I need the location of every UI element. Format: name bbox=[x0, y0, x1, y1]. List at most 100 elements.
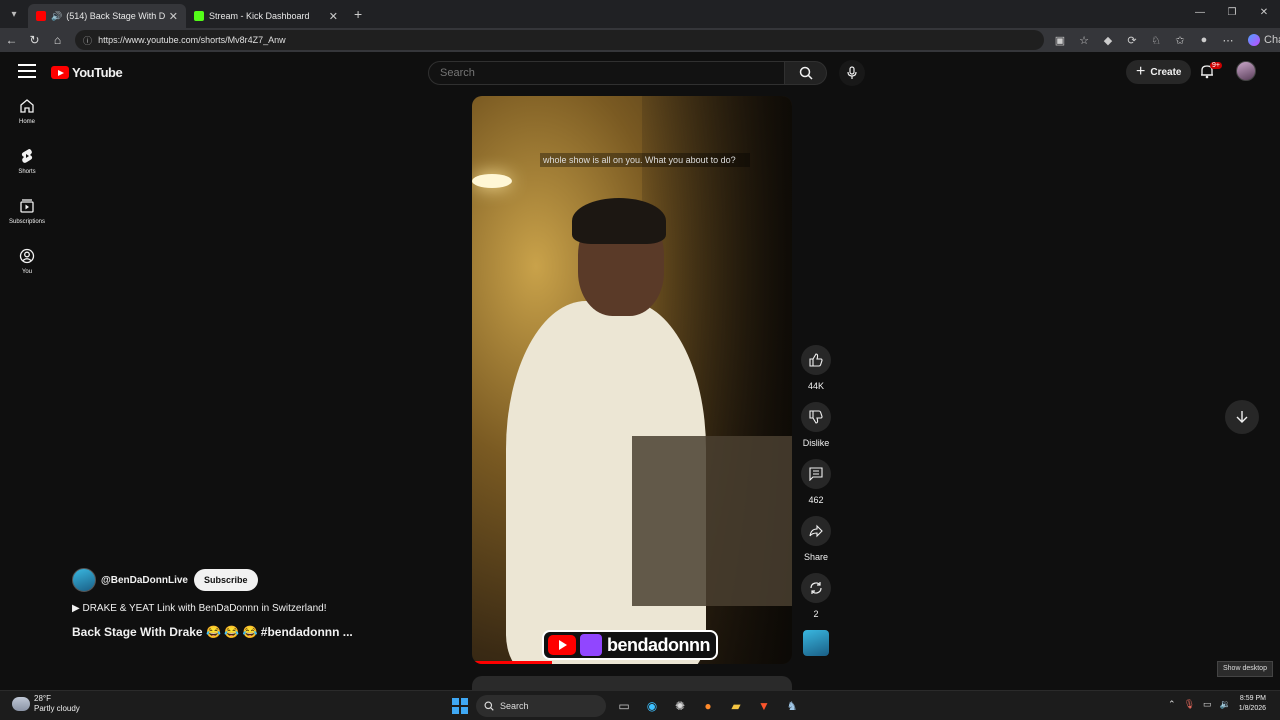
new-tab-plus-icon[interactable]: + bbox=[354, 6, 362, 22]
tab-actions-chevron-icon[interactable]: ▾ bbox=[4, 4, 24, 24]
channel-avatar[interactable] bbox=[72, 568, 96, 592]
close-tab-icon[interactable]: ✕ bbox=[329, 10, 338, 23]
taskbar-search-label: Search bbox=[500, 701, 529, 711]
close-tab-icon[interactable]: ✕ bbox=[169, 10, 178, 23]
show-hidden-icons-chevron-icon[interactable]: ⌃ bbox=[1168, 699, 1176, 710]
chatgpt-app-icon[interactable]: ✺ bbox=[670, 696, 690, 716]
next-short-preview[interactable] bbox=[472, 676, 792, 690]
video-progress-bar[interactable] bbox=[472, 661, 552, 664]
home-icon[interactable]: ⌂ bbox=[46, 33, 69, 47]
account-avatar[interactable] bbox=[1236, 61, 1256, 81]
sidebar-item-label: Home bbox=[18, 119, 35, 125]
dislike-label: Dislike bbox=[802, 438, 830, 448]
speaker-icon[interactable]: 🔊 bbox=[51, 11, 62, 22]
split-screen-icon[interactable]: ▣ bbox=[1052, 34, 1068, 47]
site-info-icon[interactable]: ⓘ bbox=[83, 34, 92, 47]
search-button[interactable] bbox=[785, 61, 827, 85]
channel-name[interactable]: @BenDaDonnLive bbox=[101, 575, 188, 586]
video-caption: whole show is all on you. What you about… bbox=[540, 153, 750, 167]
temperature: 28°F bbox=[34, 694, 51, 703]
copilot-chat-button[interactable]: Chat bbox=[1248, 34, 1280, 46]
favorites-icon[interactable]: ✩ bbox=[1172, 34, 1188, 47]
weather-widget[interactable]: 28°F Partly cloudy bbox=[12, 694, 80, 714]
comment-count: 462 bbox=[808, 495, 824, 505]
browser-tab-strip: ▾ 🔊 (514) Back Stage With Drake 😂 ✕ Stre… bbox=[0, 0, 1280, 28]
tab-youtube-short[interactable]: 🔊 (514) Back Stage With Drake 😂 ✕ bbox=[28, 4, 186, 28]
thumbs-up-icon bbox=[809, 353, 823, 367]
sidebar-item-subscriptions[interactable]: Subscriptions bbox=[0, 198, 54, 248]
windows-start-icon[interactable] bbox=[452, 698, 468, 714]
search-input[interactable] bbox=[428, 61, 785, 85]
favorite-star-icon[interactable]: ☆ bbox=[1076, 34, 1092, 47]
window-controls: — ❐ ✕ bbox=[1184, 0, 1280, 28]
back-arrow-icon[interactable]: ← bbox=[0, 33, 23, 47]
kick-favicon-icon bbox=[194, 11, 204, 21]
copilot-icon bbox=[1248, 34, 1260, 46]
subscribe-button[interactable]: Subscribe bbox=[193, 569, 258, 591]
more-menu-icon[interactable]: ⋯ bbox=[1220, 34, 1236, 47]
clock-time: 8:59 PM bbox=[1239, 695, 1266, 702]
like-button[interactable]: 44K bbox=[800, 345, 832, 391]
notification-count-badge: 9+ bbox=[1210, 62, 1222, 69]
minimize-icon[interactable]: — bbox=[1184, 0, 1216, 28]
remix-count: 2 bbox=[813, 609, 819, 619]
address-bar-row: ← ↻ ⌂ ⓘ https://www.youtube.com/shorts/M… bbox=[0, 28, 1280, 52]
youtube-wordmark: YouTube bbox=[72, 65, 123, 80]
edge-browser-icon[interactable]: ◉ bbox=[642, 696, 662, 716]
you-icon bbox=[19, 248, 35, 264]
hamburger-menu-icon[interactable] bbox=[18, 64, 36, 78]
next-short-button[interactable] bbox=[1225, 400, 1259, 434]
tab-title: (514) Back Stage With Drake 😂 bbox=[66, 10, 165, 21]
remix-icon bbox=[810, 582, 822, 594]
steam-icon[interactable]: ♞ bbox=[782, 696, 802, 716]
extension-diamond-icon[interactable]: ◆ bbox=[1100, 34, 1116, 47]
extensions-icon[interactable]: ⟳ bbox=[1124, 34, 1140, 47]
firefox-icon[interactable]: ● bbox=[698, 696, 718, 716]
shorts-action-bar: 44K Dislike 462 Share 2 bbox=[800, 345, 832, 656]
streamer-brand-overlay: bendadonnn bbox=[542, 630, 718, 660]
sidebar-item-label: You bbox=[21, 269, 33, 275]
sidebar-item-shorts[interactable]: Shorts bbox=[0, 148, 54, 198]
brave-browser-icon[interactable]: ▼ bbox=[754, 696, 774, 716]
voice-search-button[interactable] bbox=[839, 60, 865, 86]
file-explorer-icon[interactable]: ▰ bbox=[726, 696, 746, 716]
linked-video[interactable]: ▶ DRAKE & YEAT Link with BenDaDonnn in S… bbox=[72, 603, 392, 614]
share-button[interactable]: Share bbox=[800, 516, 832, 562]
create-label: Create bbox=[1150, 66, 1182, 78]
sidebar-item-label: Subscriptions bbox=[8, 219, 46, 225]
home-icon bbox=[20, 99, 34, 113]
sidebar-item-home[interactable]: Home bbox=[0, 98, 54, 148]
speaker-volume-icon[interactable]: 🔉 bbox=[1220, 699, 1231, 710]
youtube-logo[interactable]: YouTube bbox=[51, 65, 123, 80]
profile-icon[interactable]: ● bbox=[1196, 34, 1212, 46]
twitch-logo-icon bbox=[580, 634, 602, 656]
short-title[interactable]: Back Stage With Drake 😂 😂 😂 #bendadonnn … bbox=[72, 625, 392, 639]
tab-title: Stream - Kick Dashboard bbox=[209, 11, 310, 21]
streamer-name-overlay: bendadonnn bbox=[607, 634, 710, 655]
url-field[interactable]: ⓘ https://www.youtube.com/shorts/Mv8r4Z7… bbox=[75, 30, 1044, 50]
create-button[interactable]: + Create bbox=[1126, 60, 1192, 84]
browser-essentials-icon[interactable]: ♘ bbox=[1148, 34, 1164, 47]
shorts-icon bbox=[21, 148, 33, 163]
restore-icon[interactable]: ❐ bbox=[1216, 0, 1248, 28]
weather-condition: Partly cloudy bbox=[34, 704, 80, 713]
clock[interactable]: 8:59 PM 1/8/2026 bbox=[1239, 694, 1266, 714]
taskbar-search[interactable]: Search bbox=[476, 695, 606, 717]
dislike-button[interactable]: Dislike bbox=[800, 402, 832, 448]
tab-kick-dashboard[interactable]: Stream - Kick Dashboard ✕ bbox=[186, 4, 346, 28]
short-metadata: @BenDaDonnLive Subscribe ▶ DRAKE & YEAT … bbox=[72, 568, 392, 639]
plus-icon: + bbox=[1136, 63, 1146, 80]
task-view-icon[interactable]: ▭ bbox=[614, 696, 634, 716]
arrow-down-icon bbox=[1236, 411, 1248, 423]
shorts-video-player[interactable]: whole show is all on you. What you about… bbox=[472, 96, 792, 664]
refresh-icon[interactable]: ↻ bbox=[23, 33, 46, 47]
chat-label: Chat bbox=[1264, 34, 1280, 46]
close-window-icon[interactable]: ✕ bbox=[1248, 0, 1280, 28]
network-icon[interactable]: ▭ bbox=[1203, 699, 1212, 710]
comments-button[interactable]: 462 bbox=[800, 459, 832, 505]
channel-row: @BenDaDonnLive Subscribe bbox=[72, 568, 392, 592]
microphone-tray-icon[interactable]: 🎙 bbox=[1184, 699, 1195, 710]
remix-button[interactable]: 2 bbox=[800, 573, 832, 619]
audio-source-thumbnail[interactable] bbox=[803, 630, 829, 656]
sidebar-item-you[interactable]: You bbox=[0, 248, 54, 298]
